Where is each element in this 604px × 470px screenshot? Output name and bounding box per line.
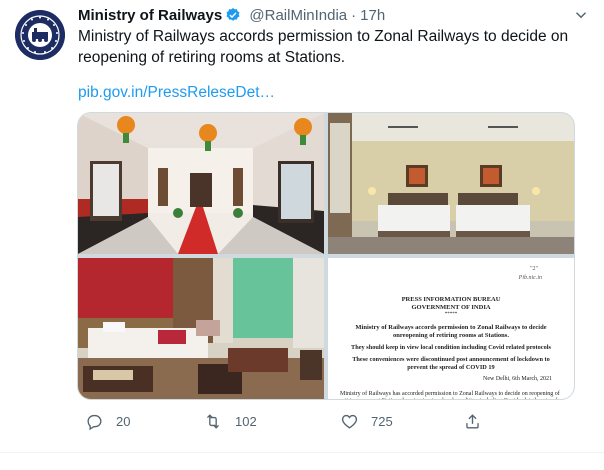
doc-subtitle-2: These conveniences were discontinued pos…	[352, 356, 550, 371]
doc-stars: *****	[444, 312, 458, 317]
reply-count: 20	[116, 413, 131, 429]
photo-room[interactable]	[78, 258, 324, 399]
tweet-divider	[0, 452, 604, 453]
doc-place-date: New Delhi, 6th March, 2021	[483, 376, 552, 382]
doc-header-note: Pib.nic.in	[518, 275, 542, 281]
like-count: 725	[371, 413, 393, 429]
doc-title: Ministry of Railways accords permission …	[355, 324, 547, 339]
retweet-count: 102	[235, 413, 257, 429]
doc-subtitle-1: They should keep in view local condition…	[351, 344, 551, 351]
separator-dot: ·	[351, 7, 357, 24]
media-grid: "2" Pib.nic.in PRESS INFORMATION BUREAU …	[77, 112, 575, 400]
doc-body: Ministry of Railways has accorded permis…	[340, 391, 560, 399]
doc-org-line1: PRESS INFORMATION BUREAU	[401, 296, 501, 303]
avatar[interactable]	[15, 10, 65, 60]
press-release-document[interactable]: "2" Pib.nic.in PRESS INFORMATION BUREAU …	[328, 258, 574, 399]
share-button[interactable]	[463, 410, 482, 432]
tweet-actions: 20 102 725	[0, 410, 604, 434]
author-name[interactable]: Ministry of Railways	[78, 7, 222, 24]
chevron-down-icon[interactable]	[572, 6, 590, 24]
tweet-link[interactable]: pib.gov.in/PressReleseDet…	[78, 82, 275, 103]
photo-corridor[interactable]	[78, 113, 324, 254]
document-page: "2" Pib.nic.in PRESS INFORMATION BUREAU …	[328, 258, 574, 399]
like-button[interactable]: 725	[340, 410, 393, 432]
tweet-text: Ministry of Railways accords permission …	[78, 28, 569, 66]
retweet-button[interactable]: 102	[203, 410, 257, 432]
tweet-timestamp[interactable]: 17h	[360, 7, 385, 24]
reply-button[interactable]: 20	[85, 410, 130, 432]
photo-bedroom[interactable]	[328, 113, 574, 254]
author-handle[interactable]: @RailMinIndia	[249, 7, 347, 24]
heart-icon	[341, 414, 358, 429]
share-icon	[466, 413, 479, 429]
retweet-icon	[206, 413, 220, 429]
doc-org-line2: GOVERNMENT OF INDIA	[411, 304, 491, 311]
reply-icon	[87, 414, 102, 430]
doc-number: "2"	[530, 266, 538, 272]
indian-railways-logo	[15, 10, 65, 60]
